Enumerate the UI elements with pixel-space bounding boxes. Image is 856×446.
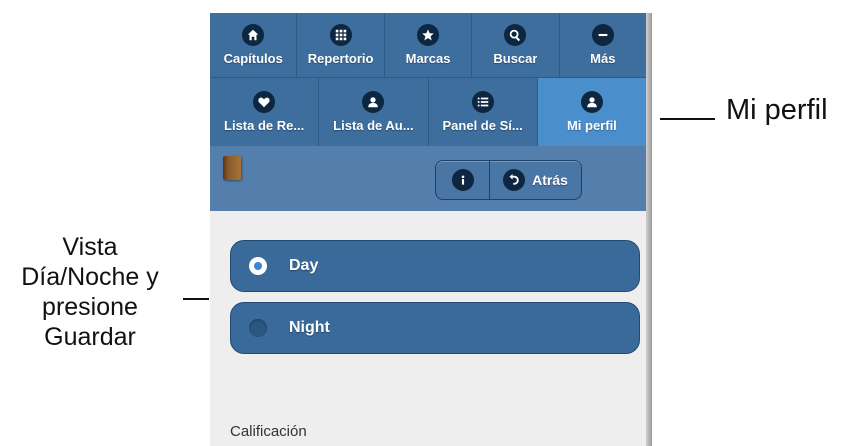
info-icon xyxy=(451,169,474,191)
user-icon xyxy=(362,91,385,113)
nav-label: Panel de Sí... xyxy=(442,118,523,133)
toolbar: Atrás xyxy=(210,146,646,211)
annotation-mi-perfil: Mi perfil xyxy=(726,94,828,126)
annotation-line-4: Guardar xyxy=(44,323,136,351)
heart-icon xyxy=(253,91,276,113)
user-icon xyxy=(580,91,603,113)
nav-row-primary: Capítulos Repertorio Marcas Buscar Más xyxy=(210,13,646,77)
back-label: Atrás xyxy=(532,172,568,188)
nav-row-secondary: Lista de Re... Lista de Au... Panel de S… xyxy=(210,77,646,146)
home-icon xyxy=(242,24,265,46)
radio-selected-icon xyxy=(249,257,267,275)
nav-item-marcas[interactable]: Marcas xyxy=(385,13,473,77)
nav-label: Repertorio xyxy=(307,51,374,66)
nav-label: Marcas xyxy=(405,51,451,66)
nav-item-lista-au[interactable]: Lista de Au... xyxy=(319,77,429,146)
toolbar-button-group: Atrás xyxy=(435,160,582,200)
star-icon xyxy=(417,24,440,46)
nav-item-capitulos[interactable]: Capítulos xyxy=(210,13,298,77)
nav-label: Lista de Re... xyxy=(224,118,305,133)
annotation-day-night: Vista Día/Noche y presione Guardar xyxy=(0,232,180,352)
grid-icon xyxy=(329,24,352,46)
nav-item-lista-re[interactable]: Lista de Re... xyxy=(210,77,320,146)
nav-item-mas[interactable]: Más xyxy=(560,13,646,77)
nav-item-repertorio[interactable]: Repertorio xyxy=(297,13,385,77)
day-option-button[interactable]: Day xyxy=(230,240,640,292)
back-button[interactable]: Atrás xyxy=(490,161,581,199)
annotation-line-1: Vista xyxy=(62,233,118,261)
device-edge xyxy=(646,13,652,446)
minus-icon xyxy=(591,24,614,46)
annotation-pointer-dash xyxy=(183,298,209,300)
night-option-button[interactable]: Night xyxy=(230,302,640,354)
search-icon xyxy=(504,24,527,46)
undo-icon xyxy=(503,169,526,191)
annotation-line-3: presione xyxy=(42,293,138,321)
annotation-pointer-line xyxy=(660,118,715,120)
list-icon xyxy=(471,91,494,113)
nav-label: Lista de Au... xyxy=(333,118,414,133)
annotation-line-2: Día/Noche y xyxy=(21,263,159,291)
settings-content: Day Night Calificación xyxy=(210,211,646,446)
nav-item-buscar[interactable]: Buscar xyxy=(472,13,560,77)
nav-item-mi-perfil[interactable]: Mi perfil xyxy=(537,77,646,146)
nav-item-panel-si[interactable]: Panel de Sí... xyxy=(428,77,538,146)
day-label: Day xyxy=(289,257,319,274)
book-icon xyxy=(223,156,241,180)
nav-label: Mi perfil xyxy=(566,118,617,133)
info-button[interactable] xyxy=(436,161,490,199)
nav-label: Buscar xyxy=(493,51,538,66)
radio-unselected-icon xyxy=(249,319,267,337)
section-label-calificacion: Calificación xyxy=(230,423,307,440)
night-label: Night xyxy=(289,319,330,336)
app-screen: Capítulos Repertorio Marcas Buscar Más L… xyxy=(210,13,652,446)
nav-label: Capítulos xyxy=(223,51,283,66)
nav-label: Más xyxy=(590,51,616,66)
